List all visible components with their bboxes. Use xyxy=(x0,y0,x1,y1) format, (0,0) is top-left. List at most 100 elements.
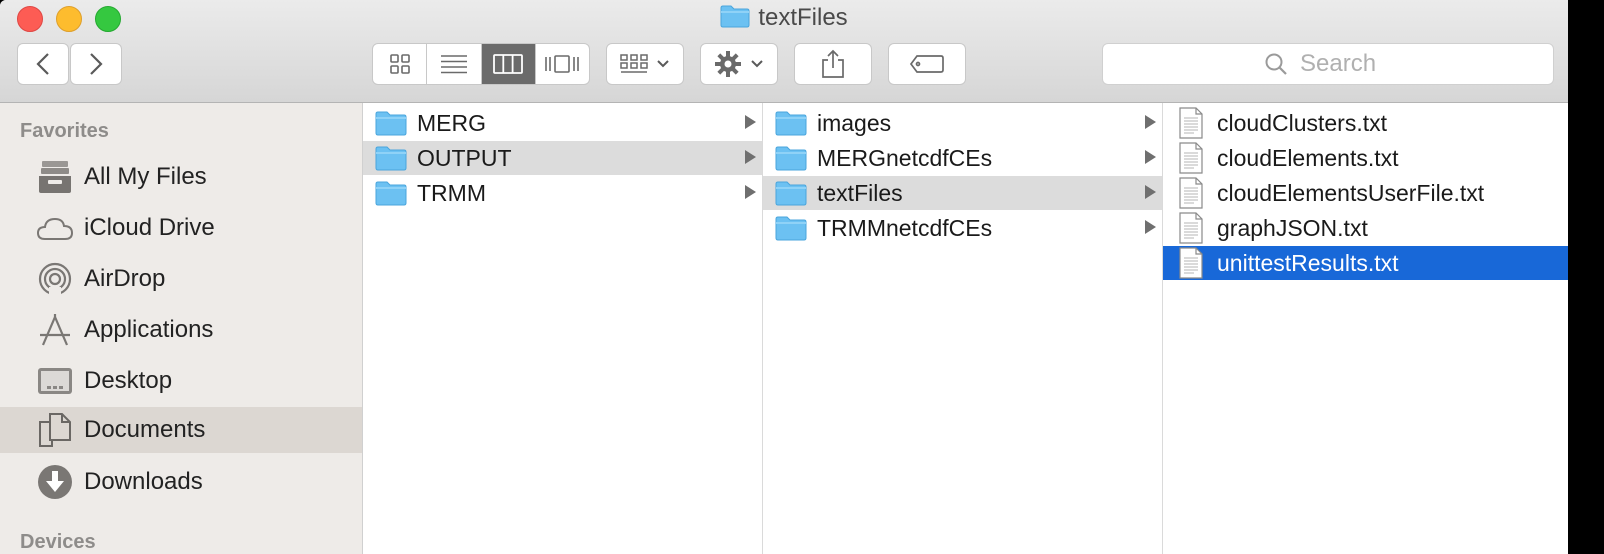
search-icon xyxy=(1265,53,1287,75)
folder-icon xyxy=(775,179,807,207)
folder-icon xyxy=(775,144,807,172)
all-files-icon xyxy=(35,157,75,197)
item-name: OUTPUT xyxy=(417,144,512,171)
text-file-icon xyxy=(1175,247,1207,279)
disclosure-arrow-icon xyxy=(745,185,756,199)
cloud-icon xyxy=(35,208,75,248)
folder-icon xyxy=(375,144,407,172)
sidebar-item-label: Downloads xyxy=(84,468,203,495)
folder-icon xyxy=(720,4,750,35)
sidebar-heading-favorites: Favorites xyxy=(20,120,109,142)
disclosure-arrow-icon xyxy=(1145,220,1156,234)
disclosure-arrow-icon xyxy=(1145,115,1156,129)
folder-icon xyxy=(375,179,407,207)
back-button[interactable] xyxy=(17,43,69,85)
list-item[interactable]: unittestResults.txt xyxy=(1163,246,1568,280)
list-item[interactable]: cloudElements.txt xyxy=(1163,141,1568,175)
sidebar-item-documents[interactable]: Documents xyxy=(0,407,362,453)
desktop-icon xyxy=(35,361,75,401)
list-item[interactable]: graphJSON.txt xyxy=(1163,211,1568,245)
sidebar-item-desktop[interactable]: Desktop xyxy=(0,358,362,404)
sidebar-item-icloud-drive[interactable]: iCloud Drive xyxy=(0,205,362,251)
background-strip xyxy=(1568,0,1604,554)
text-file-icon xyxy=(1175,142,1207,174)
view-mode-control xyxy=(372,43,590,85)
window-title-text: textFiles xyxy=(758,4,848,31)
item-name: MERGnetcdfCEs xyxy=(817,144,993,171)
disclosure-arrow-icon xyxy=(745,115,756,129)
toolbar: textFiles xyxy=(0,0,1568,103)
list-item[interactable]: textFiles xyxy=(763,176,1162,210)
sidebar-item-label: iCloud Drive xyxy=(84,214,215,241)
column-view-button[interactable] xyxy=(481,44,536,84)
sidebar-item-label: AirDrop xyxy=(84,265,166,292)
sidebar-item-label: Applications xyxy=(84,316,214,343)
folder-icon xyxy=(775,214,807,242)
sidebar: Favorites All My Files iCloud Drive AirD… xyxy=(0,103,363,554)
list-item[interactable]: cloudElementsUserFile.txt xyxy=(1163,176,1568,210)
chevron-down-icon xyxy=(751,60,763,68)
disclosure-arrow-icon xyxy=(1145,150,1156,164)
icon-view-icon xyxy=(389,54,410,74)
cover-flow-view-button[interactable] xyxy=(536,44,589,84)
finder-window: textFiles Search Favorites All My Files … xyxy=(0,0,1568,554)
sidebar-item-all-my-files[interactable]: All My Files xyxy=(0,154,362,200)
disclosure-arrow-icon xyxy=(1145,185,1156,199)
column-view-icon xyxy=(493,54,524,74)
arrange-icon xyxy=(620,54,648,73)
folder-icon xyxy=(775,109,807,137)
documents-icon xyxy=(35,410,75,450)
list-item[interactable]: OUTPUT xyxy=(363,141,762,175)
window-title: textFiles xyxy=(0,4,1568,35)
airdrop-icon xyxy=(35,259,75,299)
downloads-icon xyxy=(35,462,75,502)
chevron-down-icon xyxy=(657,60,669,68)
list-item[interactable]: images xyxy=(763,106,1162,140)
sidebar-item-downloads[interactable]: Downloads xyxy=(0,459,362,505)
tags-button[interactable] xyxy=(888,43,966,85)
list-item[interactable]: MERGnetcdfCEs xyxy=(763,141,1162,175)
text-file-icon xyxy=(1175,107,1207,139)
sidebar-heading-devices: Devices xyxy=(20,531,96,553)
cover-flow-icon xyxy=(545,55,580,73)
list-item[interactable]: MERG xyxy=(363,106,762,140)
search-field[interactable] xyxy=(1102,43,1554,85)
chevron-left-icon xyxy=(36,53,49,75)
icon-view-button[interactable] xyxy=(373,44,428,84)
browser-column-3: cloudClusters.txt cloudElements.txt clou… xyxy=(1163,103,1568,554)
list-view-icon xyxy=(440,55,467,74)
action-button[interactable] xyxy=(700,43,778,85)
sidebar-item-label: Desktop xyxy=(84,367,173,394)
item-name: TRMMnetcdfCEs xyxy=(817,214,993,241)
gear-icon xyxy=(715,51,741,77)
text-file-icon xyxy=(1175,212,1207,244)
arrange-button[interactable] xyxy=(606,43,684,85)
item-name: MERG xyxy=(417,109,486,136)
folder-icon xyxy=(375,109,407,137)
sidebar-item-label: All My Files xyxy=(84,163,207,190)
sidebar-item-applications[interactable]: Applications xyxy=(0,307,362,353)
item-name: cloudElements.txt xyxy=(1217,144,1399,171)
item-name: cloudElementsUserFile.txt xyxy=(1217,179,1485,206)
browser-column-1: MERG OUTPUT TRMM xyxy=(363,103,763,554)
sidebar-item-label: Documents xyxy=(84,416,206,443)
applications-icon xyxy=(35,310,75,350)
sidebar-item-airdrop[interactable]: AirDrop xyxy=(0,256,362,302)
item-name: graphJSON.txt xyxy=(1217,214,1368,241)
item-name: images xyxy=(817,109,892,136)
list-view-button[interactable] xyxy=(427,44,482,84)
item-name: cloudClusters.txt xyxy=(1217,109,1388,136)
item-name: TRMM xyxy=(417,179,486,206)
share-icon xyxy=(822,49,844,78)
item-name: unittestResults.txt xyxy=(1217,249,1399,276)
list-item[interactable]: cloudClusters.txt xyxy=(1163,106,1568,140)
item-name: textFiles xyxy=(817,179,903,206)
share-button[interactable] xyxy=(794,43,872,85)
text-file-icon xyxy=(1175,177,1207,209)
list-item[interactable]: TRMMnetcdfCEs xyxy=(763,211,1162,245)
tag-icon xyxy=(909,55,944,73)
list-item[interactable]: TRMM xyxy=(363,176,762,210)
forward-button[interactable] xyxy=(70,43,122,85)
disclosure-arrow-icon xyxy=(745,150,756,164)
search-input[interactable] xyxy=(1298,49,1392,79)
